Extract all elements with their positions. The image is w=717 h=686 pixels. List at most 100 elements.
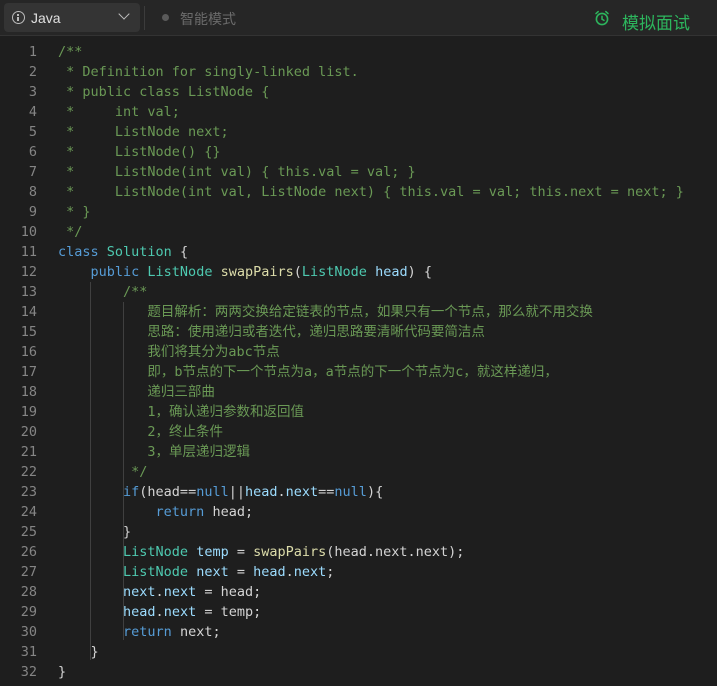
code-token: * ListNode() {} [58,144,221,160]
line-number: 9 [28,204,37,220]
line-number: 18 [20,384,37,400]
line-number: 19 [20,404,37,420]
code-token: 1，确认递归参数和返回值 [58,404,305,420]
code-token: ListNode [301,264,367,280]
language-label: Java [31,10,61,26]
line-number: 30 [20,624,37,640]
code-text: class Solution { [58,242,188,262]
code-line[interactable]: 15 思路：使用递归或者迭代，递归思路要清晰代码要简洁点 [0,322,717,342]
code-token: head [123,604,156,620]
mock-interview-button[interactable]: 模拟面试 [588,4,706,33]
language-select[interactable]: Java [4,3,140,32]
code-token: head; [204,504,254,520]
code-line[interactable]: 17 即，b节点的下一个节点为a，a节点的下一个节点为c，就这样递归， [0,362,717,382]
editor-toolbar: Java 智能模式 模拟面试 [0,0,717,36]
code-text: 递归三部曲 [58,382,215,402]
code-line[interactable]: 2 * Definition for singly-linked list. [0,62,717,82]
code-text: * } [58,202,91,222]
code-token: = [228,544,254,560]
code-token: ListNode [147,264,213,280]
code-editor[interactable]: 1 /** 2 * Definition for singly-linked lis… [0,42,717,686]
code-token: ){ [366,484,384,500]
line-number: 31 [20,644,37,660]
code-line[interactable]: 6 * ListNode() {} [0,142,717,162]
code-line[interactable]: 30 return next; [0,622,717,642]
code-line[interactable]: 25 } [0,522,717,542]
code-text: 3，单层递归逻辑 [58,442,250,462]
code-text: } [58,522,131,542]
mode-status-dot [162,14,169,21]
code-text: } [58,642,99,662]
code-line[interactable]: 12 public ListNode swapPairs(ListNode he… [0,262,717,282]
code-line[interactable]: 13 /** [0,282,717,302]
line-number: 26 [20,544,37,560]
code-line[interactable]: 28 next.next = head; [0,582,717,602]
line-number: 21 [20,444,37,460]
code-line[interactable]: 7 * ListNode(int val) { this.val = val; … [0,162,717,182]
code-line[interactable]: 1 /** [0,42,717,62]
line-number: 7 [28,164,37,180]
code-line[interactable]: 8 * ListNode(int val, ListNode next) { t… [0,182,717,202]
smart-mode-toggle[interactable]: 智能模式 [180,9,236,29]
code-line[interactable]: 18 递归三部曲 [0,382,717,402]
code-line[interactable]: 29 head.next = temp; [0,602,717,622]
line-number: 13 [20,284,37,300]
code-token: * public class ListNode { [58,84,270,100]
code-token: } [58,664,67,680]
line-number: 29 [20,604,37,620]
code-token: public [90,264,148,280]
line-number: 15 [20,324,37,340]
code-token: ; [326,564,335,580]
line-number: 23 [20,484,37,500]
code-token: 我们将其分为abc节点 [58,344,280,360]
code-text: /** [58,282,147,302]
code-line[interactable]: 16 我们将其分为abc节点 [0,342,717,362]
code-token: * Definition for singly-linked list. [58,64,359,80]
line-number: 10 [20,224,37,240]
code-line[interactable]: 23 if(head==null||head.next==null){ [0,482,717,502]
code-token: ) { [407,264,432,280]
code-text: head.next = temp; [58,602,261,622]
code-line[interactable]: 9 * } [0,202,717,222]
code-text: * ListNode(int val, ListNode next) { thi… [58,182,684,202]
code-line[interactable]: 31 } [0,642,717,662]
code-line[interactable]: 21 3，单层递归逻辑 [0,442,717,462]
code-line[interactable]: 27 ListNode next = head.next; [0,562,717,582]
code-line[interactable]: 4 * int val; [0,102,717,122]
code-text: * ListNode() {} [58,142,221,162]
code-token: head [375,264,408,280]
code-token: * int val; [58,104,180,120]
chevron-down-icon [118,8,130,20]
code-line[interactable]: 22 */ [0,462,717,482]
code-line[interactable]: 11 class Solution { [0,242,717,262]
code-line[interactable]: 26 ListNode temp = swapPairs(head.next.n… [0,542,717,562]
line-number: 5 [28,124,37,140]
code-token: * } [58,204,91,220]
code-token: || [228,484,245,500]
code-token: class [58,244,107,260]
code-token: { [171,244,189,260]
line-number: 32 [20,664,37,680]
code-line[interactable]: 24 return head; [0,502,717,522]
code-text: 思路：使用递归或者迭代，递归思路要清晰代码要简洁点 [58,322,485,342]
code-line[interactable]: 20 2，终止条件 [0,422,717,442]
code-token: */ [58,224,83,240]
code-token: next [163,584,197,600]
code-text: return head; [58,502,254,522]
code-line[interactable]: 19 1，确认递归参数和返回值 [0,402,717,422]
code-token: Solution [106,244,172,260]
code-line[interactable]: 32} [0,662,717,682]
code-token: next [123,584,156,600]
code-line[interactable]: 3 * public class ListNode { [0,82,717,102]
line-number: 20 [20,424,37,440]
code-token: next [196,564,229,580]
code-line[interactable]: 14 题目解析：两两交换给定链表的节点，如果只有一个节点，那么就不用交换 [0,302,717,322]
code-line[interactable]: 10 */ [0,222,717,242]
code-token: . [155,604,164,620]
code-line[interactable]: 5 * ListNode next; [0,122,717,142]
line-number: 2 [28,64,37,80]
